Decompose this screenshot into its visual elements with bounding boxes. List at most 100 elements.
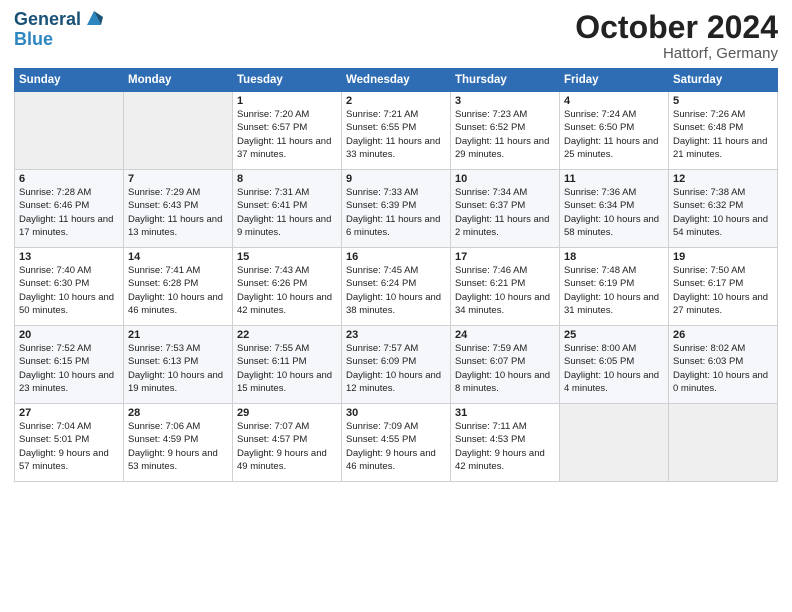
day-info: Sunrise: 7:52 AMSunset: 6:15 PMDaylight:… <box>19 342 119 395</box>
day-number: 26 <box>673 329 773 341</box>
day-number: 12 <box>673 173 773 185</box>
day-cell: 18Sunrise: 7:48 AMSunset: 6:19 PMDayligh… <box>560 248 669 326</box>
day-info: Sunrise: 7:21 AMSunset: 6:55 PMDaylight:… <box>346 108 446 161</box>
month-title: October 2024 <box>575 10 778 45</box>
day-info: Sunrise: 7:50 AMSunset: 6:17 PMDaylight:… <box>673 264 773 317</box>
col-header-monday: Monday <box>124 69 233 92</box>
day-number: 31 <box>455 407 555 419</box>
day-number: 25 <box>564 329 664 341</box>
location: Hattorf, Germany <box>575 45 778 62</box>
day-cell: 28Sunrise: 7:06 AMSunset: 4:59 PMDayligh… <box>124 404 233 482</box>
day-number: 30 <box>346 407 446 419</box>
day-cell: 29Sunrise: 7:07 AMSunset: 4:57 PMDayligh… <box>233 404 342 482</box>
day-number: 18 <box>564 251 664 263</box>
week-row-2: 6Sunrise: 7:28 AMSunset: 6:46 PMDaylight… <box>15 170 778 248</box>
day-cell: 10Sunrise: 7:34 AMSunset: 6:37 PMDayligh… <box>451 170 560 248</box>
day-number: 13 <box>19 251 119 263</box>
day-cell: 21Sunrise: 7:53 AMSunset: 6:13 PMDayligh… <box>124 326 233 404</box>
day-info: Sunrise: 7:36 AMSunset: 6:34 PMDaylight:… <box>564 186 664 239</box>
day-info: Sunrise: 8:00 AMSunset: 6:05 PMDaylight:… <box>564 342 664 395</box>
day-number: 16 <box>346 251 446 263</box>
day-info: Sunrise: 7:48 AMSunset: 6:19 PMDaylight:… <box>564 264 664 317</box>
day-info: Sunrise: 7:04 AMSunset: 5:01 PMDaylight:… <box>19 420 119 473</box>
day-cell: 6Sunrise: 7:28 AMSunset: 6:46 PMDaylight… <box>15 170 124 248</box>
calendar-table: SundayMondayTuesdayWednesdayThursdayFrid… <box>14 68 778 482</box>
day-info: Sunrise: 7:23 AMSunset: 6:52 PMDaylight:… <box>455 108 555 161</box>
day-cell: 27Sunrise: 7:04 AMSunset: 5:01 PMDayligh… <box>15 404 124 482</box>
day-cell: 20Sunrise: 7:52 AMSunset: 6:15 PMDayligh… <box>15 326 124 404</box>
day-number: 1 <box>237 95 337 107</box>
day-cell: 16Sunrise: 7:45 AMSunset: 6:24 PMDayligh… <box>342 248 451 326</box>
logo-blue: Blue <box>14 29 53 49</box>
day-cell: 26Sunrise: 8:02 AMSunset: 6:03 PMDayligh… <box>669 326 778 404</box>
col-header-saturday: Saturday <box>669 69 778 92</box>
day-cell <box>669 404 778 482</box>
day-cell <box>560 404 669 482</box>
day-cell: 25Sunrise: 8:00 AMSunset: 6:05 PMDayligh… <box>560 326 669 404</box>
day-cell <box>124 92 233 170</box>
main-container: General Blue October 2024 Hattorf, Germa… <box>0 0 792 492</box>
week-row-1: 1Sunrise: 7:20 AMSunset: 6:57 PMDaylight… <box>15 92 778 170</box>
day-number: 21 <box>128 329 228 341</box>
col-header-wednesday: Wednesday <box>342 69 451 92</box>
day-info: Sunrise: 7:33 AMSunset: 6:39 PMDaylight:… <box>346 186 446 239</box>
col-header-tuesday: Tuesday <box>233 69 342 92</box>
day-number: 11 <box>564 173 664 185</box>
day-number: 22 <box>237 329 337 341</box>
day-info: Sunrise: 7:53 AMSunset: 6:13 PMDaylight:… <box>128 342 228 395</box>
day-number: 15 <box>237 251 337 263</box>
day-info: Sunrise: 7:31 AMSunset: 6:41 PMDaylight:… <box>237 186 337 239</box>
day-cell: 30Sunrise: 7:09 AMSunset: 4:55 PMDayligh… <box>342 404 451 482</box>
day-cell: 15Sunrise: 7:43 AMSunset: 6:26 PMDayligh… <box>233 248 342 326</box>
day-info: Sunrise: 7:41 AMSunset: 6:28 PMDaylight:… <box>128 264 228 317</box>
header: General Blue October 2024 Hattorf, Germa… <box>14 10 778 62</box>
day-number: 8 <box>237 173 337 185</box>
day-number: 4 <box>564 95 664 107</box>
day-info: Sunrise: 7:43 AMSunset: 6:26 PMDaylight:… <box>237 264 337 317</box>
col-header-sunday: Sunday <box>15 69 124 92</box>
day-number: 14 <box>128 251 228 263</box>
day-cell: 5Sunrise: 7:26 AMSunset: 6:48 PMDaylight… <box>669 92 778 170</box>
day-cell: 4Sunrise: 7:24 AMSunset: 6:50 PMDaylight… <box>560 92 669 170</box>
logo-text: General <box>14 10 81 30</box>
day-cell <box>15 92 124 170</box>
day-cell: 9Sunrise: 7:33 AMSunset: 6:39 PMDaylight… <box>342 170 451 248</box>
week-row-4: 20Sunrise: 7:52 AMSunset: 6:15 PMDayligh… <box>15 326 778 404</box>
day-info: Sunrise: 7:09 AMSunset: 4:55 PMDaylight:… <box>346 420 446 473</box>
week-row-3: 13Sunrise: 7:40 AMSunset: 6:30 PMDayligh… <box>15 248 778 326</box>
title-block: October 2024 Hattorf, Germany <box>575 10 778 62</box>
day-cell: 17Sunrise: 7:46 AMSunset: 6:21 PMDayligh… <box>451 248 560 326</box>
day-number: 29 <box>237 407 337 419</box>
day-cell: 19Sunrise: 7:50 AMSunset: 6:17 PMDayligh… <box>669 248 778 326</box>
day-number: 3 <box>455 95 555 107</box>
day-info: Sunrise: 7:28 AMSunset: 6:46 PMDaylight:… <box>19 186 119 239</box>
day-info: Sunrise: 7:26 AMSunset: 6:48 PMDaylight:… <box>673 108 773 161</box>
day-number: 17 <box>455 251 555 263</box>
day-info: Sunrise: 7:46 AMSunset: 6:21 PMDaylight:… <box>455 264 555 317</box>
col-header-friday: Friday <box>560 69 669 92</box>
day-info: Sunrise: 7:40 AMSunset: 6:30 PMDaylight:… <box>19 264 119 317</box>
day-number: 23 <box>346 329 446 341</box>
day-cell: 22Sunrise: 7:55 AMSunset: 6:11 PMDayligh… <box>233 326 342 404</box>
day-info: Sunrise: 7:29 AMSunset: 6:43 PMDaylight:… <box>128 186 228 239</box>
day-info: Sunrise: 7:24 AMSunset: 6:50 PMDaylight:… <box>564 108 664 161</box>
day-cell: 3Sunrise: 7:23 AMSunset: 6:52 PMDaylight… <box>451 92 560 170</box>
day-number: 27 <box>19 407 119 419</box>
day-info: Sunrise: 7:45 AMSunset: 6:24 PMDaylight:… <box>346 264 446 317</box>
day-cell: 11Sunrise: 7:36 AMSunset: 6:34 PMDayligh… <box>560 170 669 248</box>
day-number: 7 <box>128 173 228 185</box>
day-info: Sunrise: 7:20 AMSunset: 6:57 PMDaylight:… <box>237 108 337 161</box>
day-cell: 13Sunrise: 7:40 AMSunset: 6:30 PMDayligh… <box>15 248 124 326</box>
day-info: Sunrise: 7:57 AMSunset: 6:09 PMDaylight:… <box>346 342 446 395</box>
day-cell: 31Sunrise: 7:11 AMSunset: 4:53 PMDayligh… <box>451 404 560 482</box>
day-cell: 24Sunrise: 7:59 AMSunset: 6:07 PMDayligh… <box>451 326 560 404</box>
day-cell: 23Sunrise: 7:57 AMSunset: 6:09 PMDayligh… <box>342 326 451 404</box>
day-number: 5 <box>673 95 773 107</box>
col-header-thursday: Thursday <box>451 69 560 92</box>
day-cell: 1Sunrise: 7:20 AMSunset: 6:57 PMDaylight… <box>233 92 342 170</box>
day-info: Sunrise: 7:06 AMSunset: 4:59 PMDaylight:… <box>128 420 228 473</box>
day-cell: 7Sunrise: 7:29 AMSunset: 6:43 PMDaylight… <box>124 170 233 248</box>
day-info: Sunrise: 7:38 AMSunset: 6:32 PMDaylight:… <box>673 186 773 239</box>
day-info: Sunrise: 7:11 AMSunset: 4:53 PMDaylight:… <box>455 420 555 473</box>
week-row-5: 27Sunrise: 7:04 AMSunset: 5:01 PMDayligh… <box>15 404 778 482</box>
